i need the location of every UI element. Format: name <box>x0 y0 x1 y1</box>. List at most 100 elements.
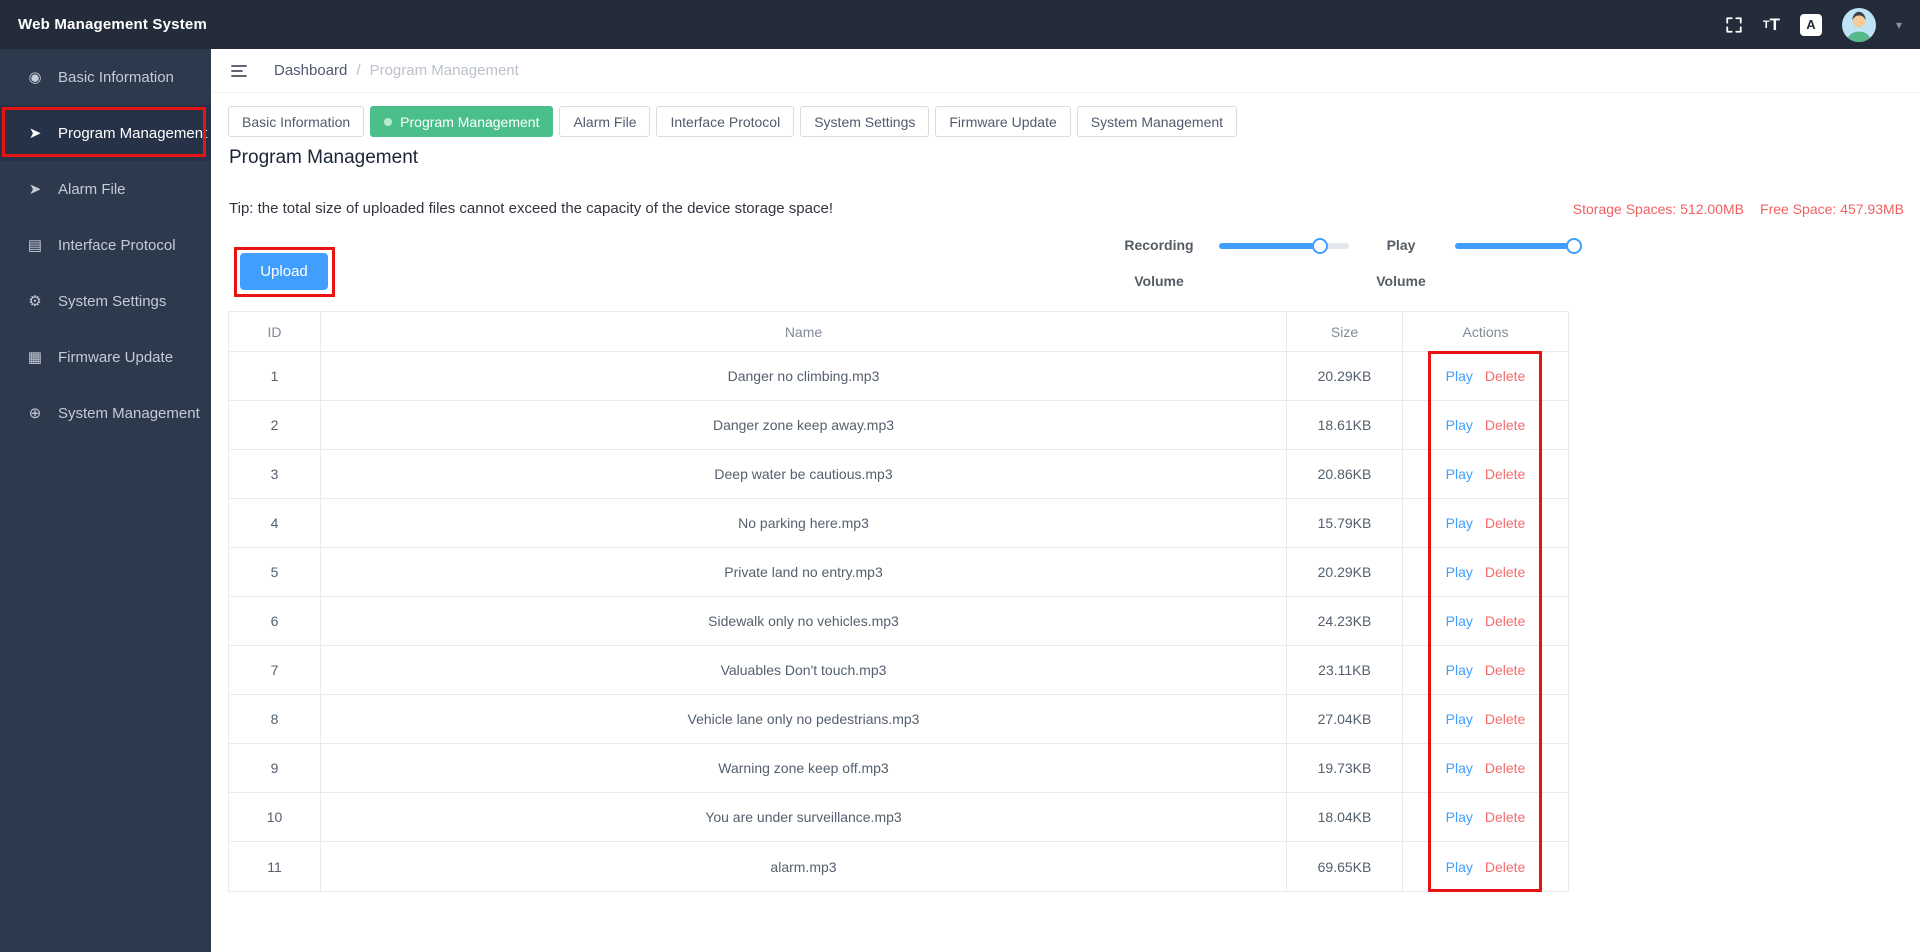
cell-actions: Play Delete <box>1403 695 1568 743</box>
upload-button[interactable]: Upload <box>240 253 328 290</box>
cell-name: Vehicle lane only no pedestrians.mp3 <box>321 695 1287 743</box>
sidebar-item-interface-protocol[interactable]: ▤ Interface Protocol <box>0 217 211 273</box>
table-row: 1 Danger no climbing.mp3 20.29KB Play De… <box>229 352 1568 401</box>
table-row: 6 Sidewalk only no vehicles.mp3 24.23KB … <box>229 597 1568 646</box>
cell-name: Valuables Don't touch.mp3 <box>321 646 1287 694</box>
recording-volume-slider[interactable] <box>1219 238 1349 254</box>
cell-size: 20.86KB <box>1287 450 1403 498</box>
cell-actions: Play Delete <box>1403 793 1568 841</box>
tab-alarm-file[interactable]: Alarm File <box>559 106 651 137</box>
cell-id: 8 <box>229 695 321 743</box>
tab-program-management[interactable]: Program Management <box>370 106 554 137</box>
grid-icon: ▦ <box>27 349 43 366</box>
recording-volume-label: Recording Volume <box>1124 237 1194 289</box>
menu-toggle-icon[interactable] <box>230 63 248 79</box>
cell-name: Sidewalk only no vehicles.mp3 <box>321 597 1287 645</box>
breadcrumb: Dashboard / Program Management <box>274 62 519 79</box>
play-link[interactable]: Play <box>1446 662 1473 678</box>
active-tab-dot <box>384 117 393 126</box>
delete-link[interactable]: Delete <box>1485 564 1525 580</box>
delete-link[interactable]: Delete <box>1485 859 1525 875</box>
cell-actions: Play Delete <box>1403 352 1568 400</box>
delete-link[interactable]: Delete <box>1485 466 1525 482</box>
table-body: 1 Danger no climbing.mp3 20.29KB Play De… <box>229 352 1568 891</box>
font-scale-icon[interactable]: A <box>1799 13 1822 36</box>
storage-tip: Tip: the total size of uploaded files ca… <box>229 200 833 217</box>
sidebar-item-alarm-file[interactable]: ➤ Alarm File <box>0 161 211 217</box>
header-name: Name <box>321 312 1287 351</box>
play-link[interactable]: Play <box>1446 809 1473 825</box>
navbar: Dashboard / Program Management <box>211 49 1920 93</box>
sidebar-item-system-management[interactable]: ⊕ System Management <box>0 385 211 441</box>
delete-link[interactable]: Delete <box>1485 515 1525 531</box>
cell-size: 18.61KB <box>1287 401 1403 449</box>
font-size-small-t: T <box>1762 18 1770 31</box>
delete-link[interactable]: Delete <box>1485 613 1525 629</box>
table-row: 8 Vehicle lane only no pedestrians.mp3 2… <box>229 695 1568 744</box>
play-link[interactable]: Play <box>1446 760 1473 776</box>
cell-actions: Play Delete <box>1403 548 1568 596</box>
play-link[interactable]: Play <box>1446 613 1473 629</box>
cell-actions: Play Delete <box>1403 450 1568 498</box>
play-link[interactable]: Play <box>1446 711 1473 727</box>
cell-size: 69.65KB <box>1287 842 1403 891</box>
tab-system-management[interactable]: System Management <box>1076 106 1238 137</box>
program-table: ID Name Size Actions 1 Danger no climbin… <box>228 311 1569 892</box>
play-link[interactable]: Play <box>1446 564 1473 580</box>
cell-id: 10 <box>229 793 321 841</box>
cell-id: 4 <box>229 499 321 547</box>
tab-basic-information[interactable]: Basic Information <box>228 106 365 137</box>
play-link[interactable]: Play <box>1446 515 1473 531</box>
font-size-big-t: T <box>1769 14 1780 34</box>
cell-id: 1 <box>229 352 321 400</box>
sidebar: ◉ Basic Information ➤ Program Management… <box>0 49 211 952</box>
play-link[interactable]: Play <box>1446 859 1473 875</box>
breadcrumb-dashboard[interactable]: Dashboard <box>274 62 347 79</box>
cell-name: Danger no climbing.mp3 <box>321 352 1287 400</box>
tab-firmware-update[interactable]: Firmware Update <box>935 106 1071 137</box>
slider-thumb[interactable] <box>1566 238 1583 254</box>
sidebar-item-firmware-update[interactable]: ▦ Firmware Update <box>0 329 211 385</box>
table-row: 2 Danger zone keep away.mp3 18.61KB Play… <box>229 401 1568 450</box>
cell-size: 27.04KB <box>1287 695 1403 743</box>
fullscreen-icon[interactable] <box>1725 16 1743 34</box>
header-id: ID <box>229 312 321 351</box>
table-row: 7 Valuables Don't touch.mp3 23.11KB Play… <box>229 646 1568 695</box>
delete-link[interactable]: Delete <box>1485 662 1525 678</box>
avatar[interactable] <box>1841 7 1876 42</box>
delete-link[interactable]: Delete <box>1485 711 1525 727</box>
sidebar-item-system-settings[interactable]: ⚙ System Settings <box>0 273 211 329</box>
document-icon: ▤ <box>27 237 43 254</box>
cell-id: 2 <box>229 401 321 449</box>
header-size: Size <box>1287 312 1403 351</box>
tab-interface-protocol[interactable]: Interface Protocol <box>656 106 795 137</box>
tab-system-settings[interactable]: System Settings <box>800 106 930 137</box>
font-size-icon[interactable]: TT <box>1763 15 1780 35</box>
cell-size: 20.29KB <box>1287 352 1403 400</box>
slider-thumb[interactable] <box>1312 238 1329 254</box>
slider-fill <box>1455 243 1575 249</box>
play-link[interactable]: Play <box>1446 466 1473 482</box>
table-header: ID Name Size Actions <box>229 312 1568 352</box>
delete-link[interactable]: Delete <box>1485 368 1525 384</box>
delete-link[interactable]: Delete <box>1485 417 1525 433</box>
page-title: Program Management <box>229 147 419 168</box>
play-link[interactable]: Play <box>1446 368 1473 384</box>
play-link[interactable]: Play <box>1446 417 1473 433</box>
delete-link[interactable]: Delete <box>1485 809 1525 825</box>
storage-info: Storage Spaces: 512.00MB Free Space: 457… <box>1573 201 1904 217</box>
cell-actions: Play Delete <box>1403 646 1568 694</box>
sidebar-item-basic-information[interactable]: ◉ Basic Information <box>0 49 211 105</box>
table-row: 5 Private land no entry.mp3 20.29KB Play… <box>229 548 1568 597</box>
sidebar-item-program-management[interactable]: ➤ Program Management <box>0 105 211 161</box>
caret-down-icon[interactable]: ▾ <box>1896 18 1902 32</box>
cell-name: alarm.mp3 <box>321 842 1287 891</box>
table-row: 3 Deep water be cautious.mp3 20.86KB Pla… <box>229 450 1568 499</box>
tab-bar: Basic Information Program Management Ala… <box>228 106 1238 137</box>
cell-size: 23.11KB <box>1287 646 1403 694</box>
delete-link[interactable]: Delete <box>1485 760 1525 776</box>
free-space-value: Free Space: 457.93MB <box>1760 201 1904 217</box>
topbar: Web Management System TT A ▾ <box>0 0 1920 49</box>
play-volume-slider[interactable] <box>1455 238 1583 254</box>
cell-actions: Play Delete <box>1403 401 1568 449</box>
